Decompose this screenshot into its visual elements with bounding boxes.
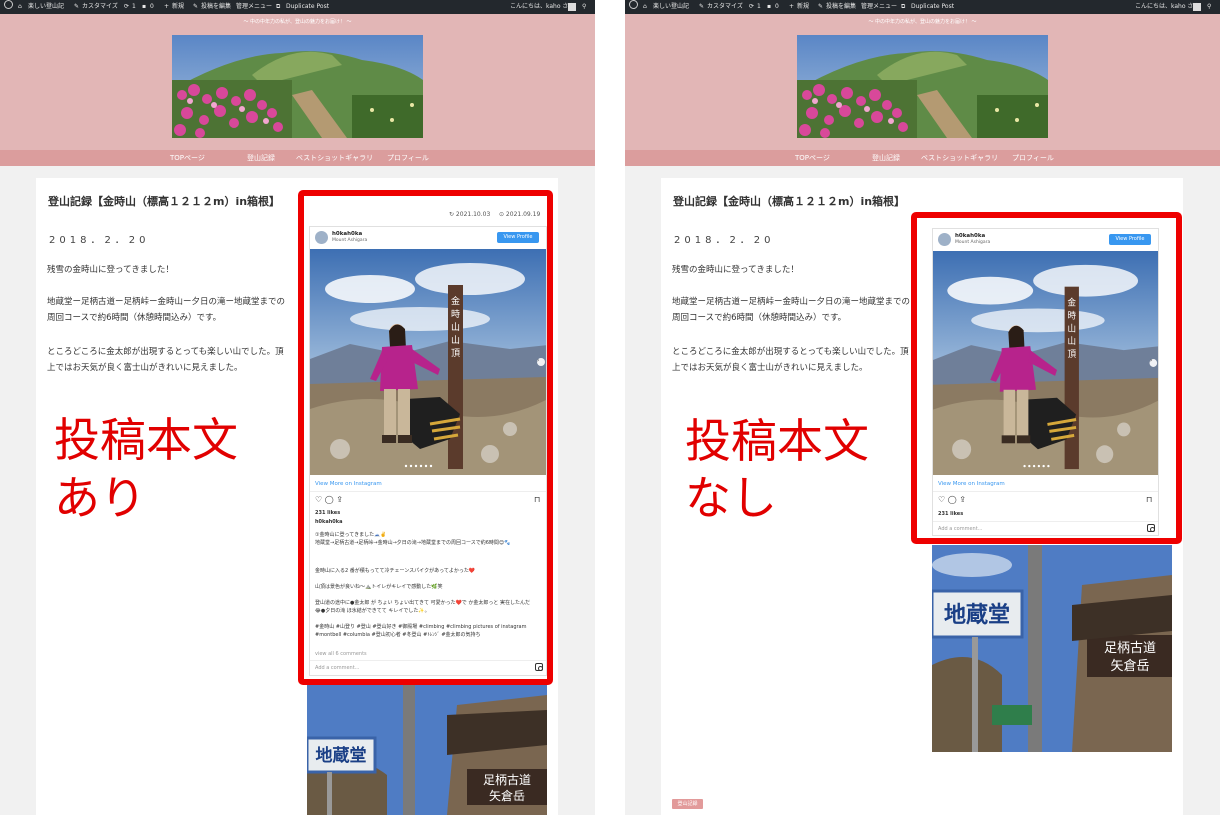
nav-item-gallery[interactable]: ベストショットギャラリ	[296, 150, 373, 166]
admin-new[interactable]: 新規	[172, 0, 184, 14]
post-paragraph-3: ところどころに金太郎が出現するとっても楽しい山でした。頂上ではお天気が良く富士山…	[47, 347, 284, 373]
admin-edit-post[interactable]: 投稿を編集	[201, 0, 231, 14]
pencil-icon: ✎	[818, 3, 824, 10]
post-date: 2018．2．20	[674, 235, 775, 246]
admin-bar: ⌂ 楽しい登山記 ✎ カスタマイズ ⟳ 1 ▪ 0 + 新規 ✎ 投稿を編集 管…	[0, 0, 595, 14]
plus-icon: +	[164, 3, 170, 10]
site-tagline: 〜 中の中年力の私が、登山の魅力をお届け！ 〜	[243, 19, 352, 25]
post-photo-signs: 地蔵堂 足柄古道 矢倉岳	[932, 545, 1172, 752]
screenshot-without-body: ⌂ 楽しい登山記 ✎ カスタマイズ ⟳ 1 ▪ 0 + 新規 ✎ 投稿を編集 管…	[625, 0, 1220, 815]
svg-text:矢倉岳: 矢倉岳	[489, 788, 525, 803]
svg-text:足柄古道: 足柄古道	[1104, 641, 1156, 656]
post-paragraph-1: 残雪の金時山に登ってきました！	[47, 265, 174, 275]
admin-customize[interactable]: カスタマイズ	[707, 0, 743, 14]
admin-updates-count[interactable]: 1	[132, 0, 136, 14]
site-header: 〜 中の中年力の私が、登山の魅力をお届け！ 〜	[625, 14, 1220, 150]
nav-item-top[interactable]: TOPページ	[170, 150, 205, 166]
highlight-frame	[911, 212, 1182, 544]
highlight-frame	[298, 190, 553, 685]
brush-icon: ✎	[74, 3, 80, 10]
header-image	[797, 35, 1048, 138]
plus-icon: +	[789, 3, 795, 10]
jizo-sign-text: 地蔵堂	[316, 745, 367, 766]
global-nav: TOPページ 登山記録 ベストショットギャラリ プロフィール	[0, 150, 595, 166]
admin-duplicate-post[interactable]: Duplicate Post	[911, 0, 954, 14]
admin-greeting[interactable]: こんにちは、kaho さん	[1135, 0, 1199, 14]
admin-updates-count[interactable]: 1	[757, 0, 761, 14]
site-tagline: 〜 中の中年力の私が、登山の魅力をお届け！ 〜	[868, 19, 977, 25]
admin-customize[interactable]: カスタマイズ	[82, 0, 118, 14]
annotation-line-1: 投稿本文	[685, 414, 869, 468]
header-image	[172, 35, 423, 138]
admin-duplicate-post[interactable]: Duplicate Post	[286, 0, 329, 14]
admin-menu[interactable]: 管理メニュー	[236, 0, 272, 14]
search-icon[interactable]: ⚲	[582, 0, 586, 14]
nav-item-records[interactable]: 登山記録	[247, 150, 275, 166]
duplicate-icon: ⧉	[901, 3, 906, 10]
admin-site-name[interactable]: 楽しい登山記	[28, 0, 64, 14]
category-tag[interactable]: 登山記録	[672, 799, 703, 809]
nav-item-top[interactable]: TOPページ	[795, 150, 830, 166]
global-nav: TOPページ 登山記録 ベストショットギャラリ プロフィール	[625, 150, 1220, 166]
svg-text:足柄古道: 足柄古道	[483, 772, 531, 787]
home-icon: ⌂	[643, 3, 647, 10]
admin-bar: ⌂ 楽しい登山記 ✎ カスタマイズ ⟳ 1 ▪ 0 + 新規 ✎ 投稿を編集 管…	[625, 0, 1220, 14]
admin-new[interactable]: 新規	[797, 0, 809, 14]
admin-menu[interactable]: 管理メニュー	[861, 0, 897, 14]
post-photo-signs: 地蔵堂 足柄古道 矢倉岳	[307, 685, 547, 815]
post-paragraph-3: ところどころに金太郎が出現するとっても楽しい山でした。頂上ではお天気が良く富士山…	[672, 347, 909, 373]
comments-icon: ▪	[142, 3, 147, 10]
post-paragraph-1: 残雪の金時山に登ってきました！	[672, 265, 799, 275]
home-icon: ⌂	[18, 3, 22, 10]
post-date: 2018．2．20	[49, 235, 150, 246]
pencil-icon: ✎	[193, 3, 199, 10]
admin-edit-post[interactable]: 投稿を編集	[826, 0, 856, 14]
nav-item-gallery[interactable]: ベストショットギャラリ	[921, 150, 998, 166]
annotation-line-2: なし	[685, 471, 777, 525]
post-title: 登山記録【金時山（標高１２１２m）in箱根】	[673, 195, 906, 208]
annotation-line-2: あり	[54, 471, 146, 525]
post-title: 登山記録【金時山（標高１２１２m）in箱根】	[48, 195, 281, 208]
nav-item-profile[interactable]: プロフィール	[1012, 150, 1054, 166]
admin-comments-count[interactable]: 0	[775, 0, 779, 14]
brush-icon: ✎	[699, 3, 705, 10]
jizo-sign-text: 地蔵堂	[944, 603, 1010, 628]
nav-item-profile[interactable]: プロフィール	[387, 150, 429, 166]
avatar[interactable]	[568, 3, 576, 11]
search-icon[interactable]: ⚲	[1207, 0, 1211, 14]
admin-site-name[interactable]: 楽しい登山記	[653, 0, 689, 14]
annotation-line-1: 投稿本文	[54, 413, 238, 467]
comments-icon: ▪	[767, 3, 772, 10]
post-paragraph-2: 地蔵堂ー足柄古道ー足柄峠ー金時山ー夕日の滝ー地蔵堂までの周回コースで約6時間（休…	[672, 297, 911, 323]
admin-greeting[interactable]: こんにちは、kaho さん	[510, 0, 574, 14]
post-paragraph-2: 地蔵堂ー足柄古道ー足柄峠ー金時山ー夕日の滝ー地蔵堂までの周回コースで約6時間（休…	[47, 297, 286, 323]
nav-item-records[interactable]: 登山記録	[872, 150, 900, 166]
site-header: 〜 中の中年力の私が、登山の魅力をお届け！ 〜	[0, 14, 595, 150]
updates-icon: ⟳	[124, 3, 130, 10]
admin-comments-count[interactable]: 0	[150, 0, 154, 14]
avatar[interactable]	[1193, 3, 1201, 11]
screenshot-with-body: ⌂ 楽しい登山記 ✎ カスタマイズ ⟳ 1 ▪ 0 + 新規 ✎ 投稿を編集 管…	[0, 0, 595, 815]
wordpress-logo-icon[interactable]	[4, 0, 13, 9]
svg-text:矢倉岳: 矢倉岳	[1110, 659, 1149, 674]
updates-icon: ⟳	[749, 3, 755, 10]
duplicate-icon: ⧉	[276, 3, 281, 10]
wordpress-logo-icon[interactable]	[629, 0, 638, 9]
